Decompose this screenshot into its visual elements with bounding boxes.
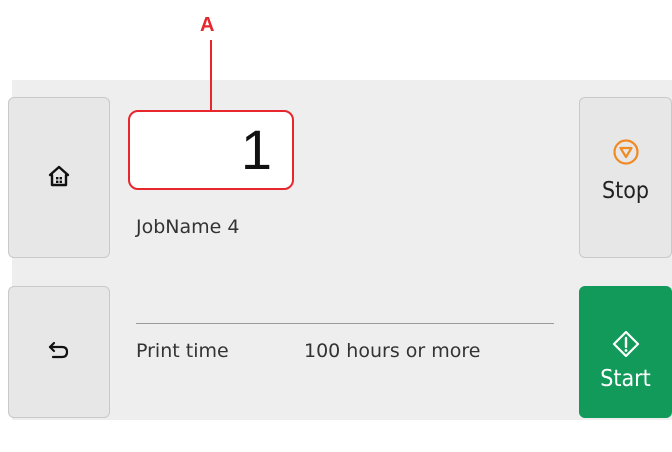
divider — [136, 323, 554, 324]
print-settings-screen: A 1 JobName 4 Print time 100 hours or mo… — [0, 0, 672, 452]
job-name: JobName 4 — [136, 216, 240, 238]
callout-line — [210, 40, 212, 110]
copies-value: 1 — [240, 118, 272, 181]
back-arrow-icon — [48, 340, 70, 364]
home-icon — [47, 164, 71, 192]
stop-button[interactable]: Stop — [579, 97, 672, 258]
callout-label: A — [200, 14, 215, 36]
print-time-value: 100 hours or more — [304, 340, 481, 362]
screen-panel — [12, 80, 672, 420]
copies-input[interactable]: 1 — [128, 110, 294, 190]
start-diamond-icon — [612, 330, 640, 362]
stop-icon — [612, 138, 640, 170]
start-button-label: Start — [600, 366, 651, 392]
start-button[interactable]: Start — [579, 286, 672, 418]
home-button[interactable] — [8, 97, 110, 258]
print-time-label: Print time — [136, 340, 229, 362]
back-button[interactable] — [8, 286, 110, 418]
stop-button-label: Stop — [601, 178, 650, 204]
